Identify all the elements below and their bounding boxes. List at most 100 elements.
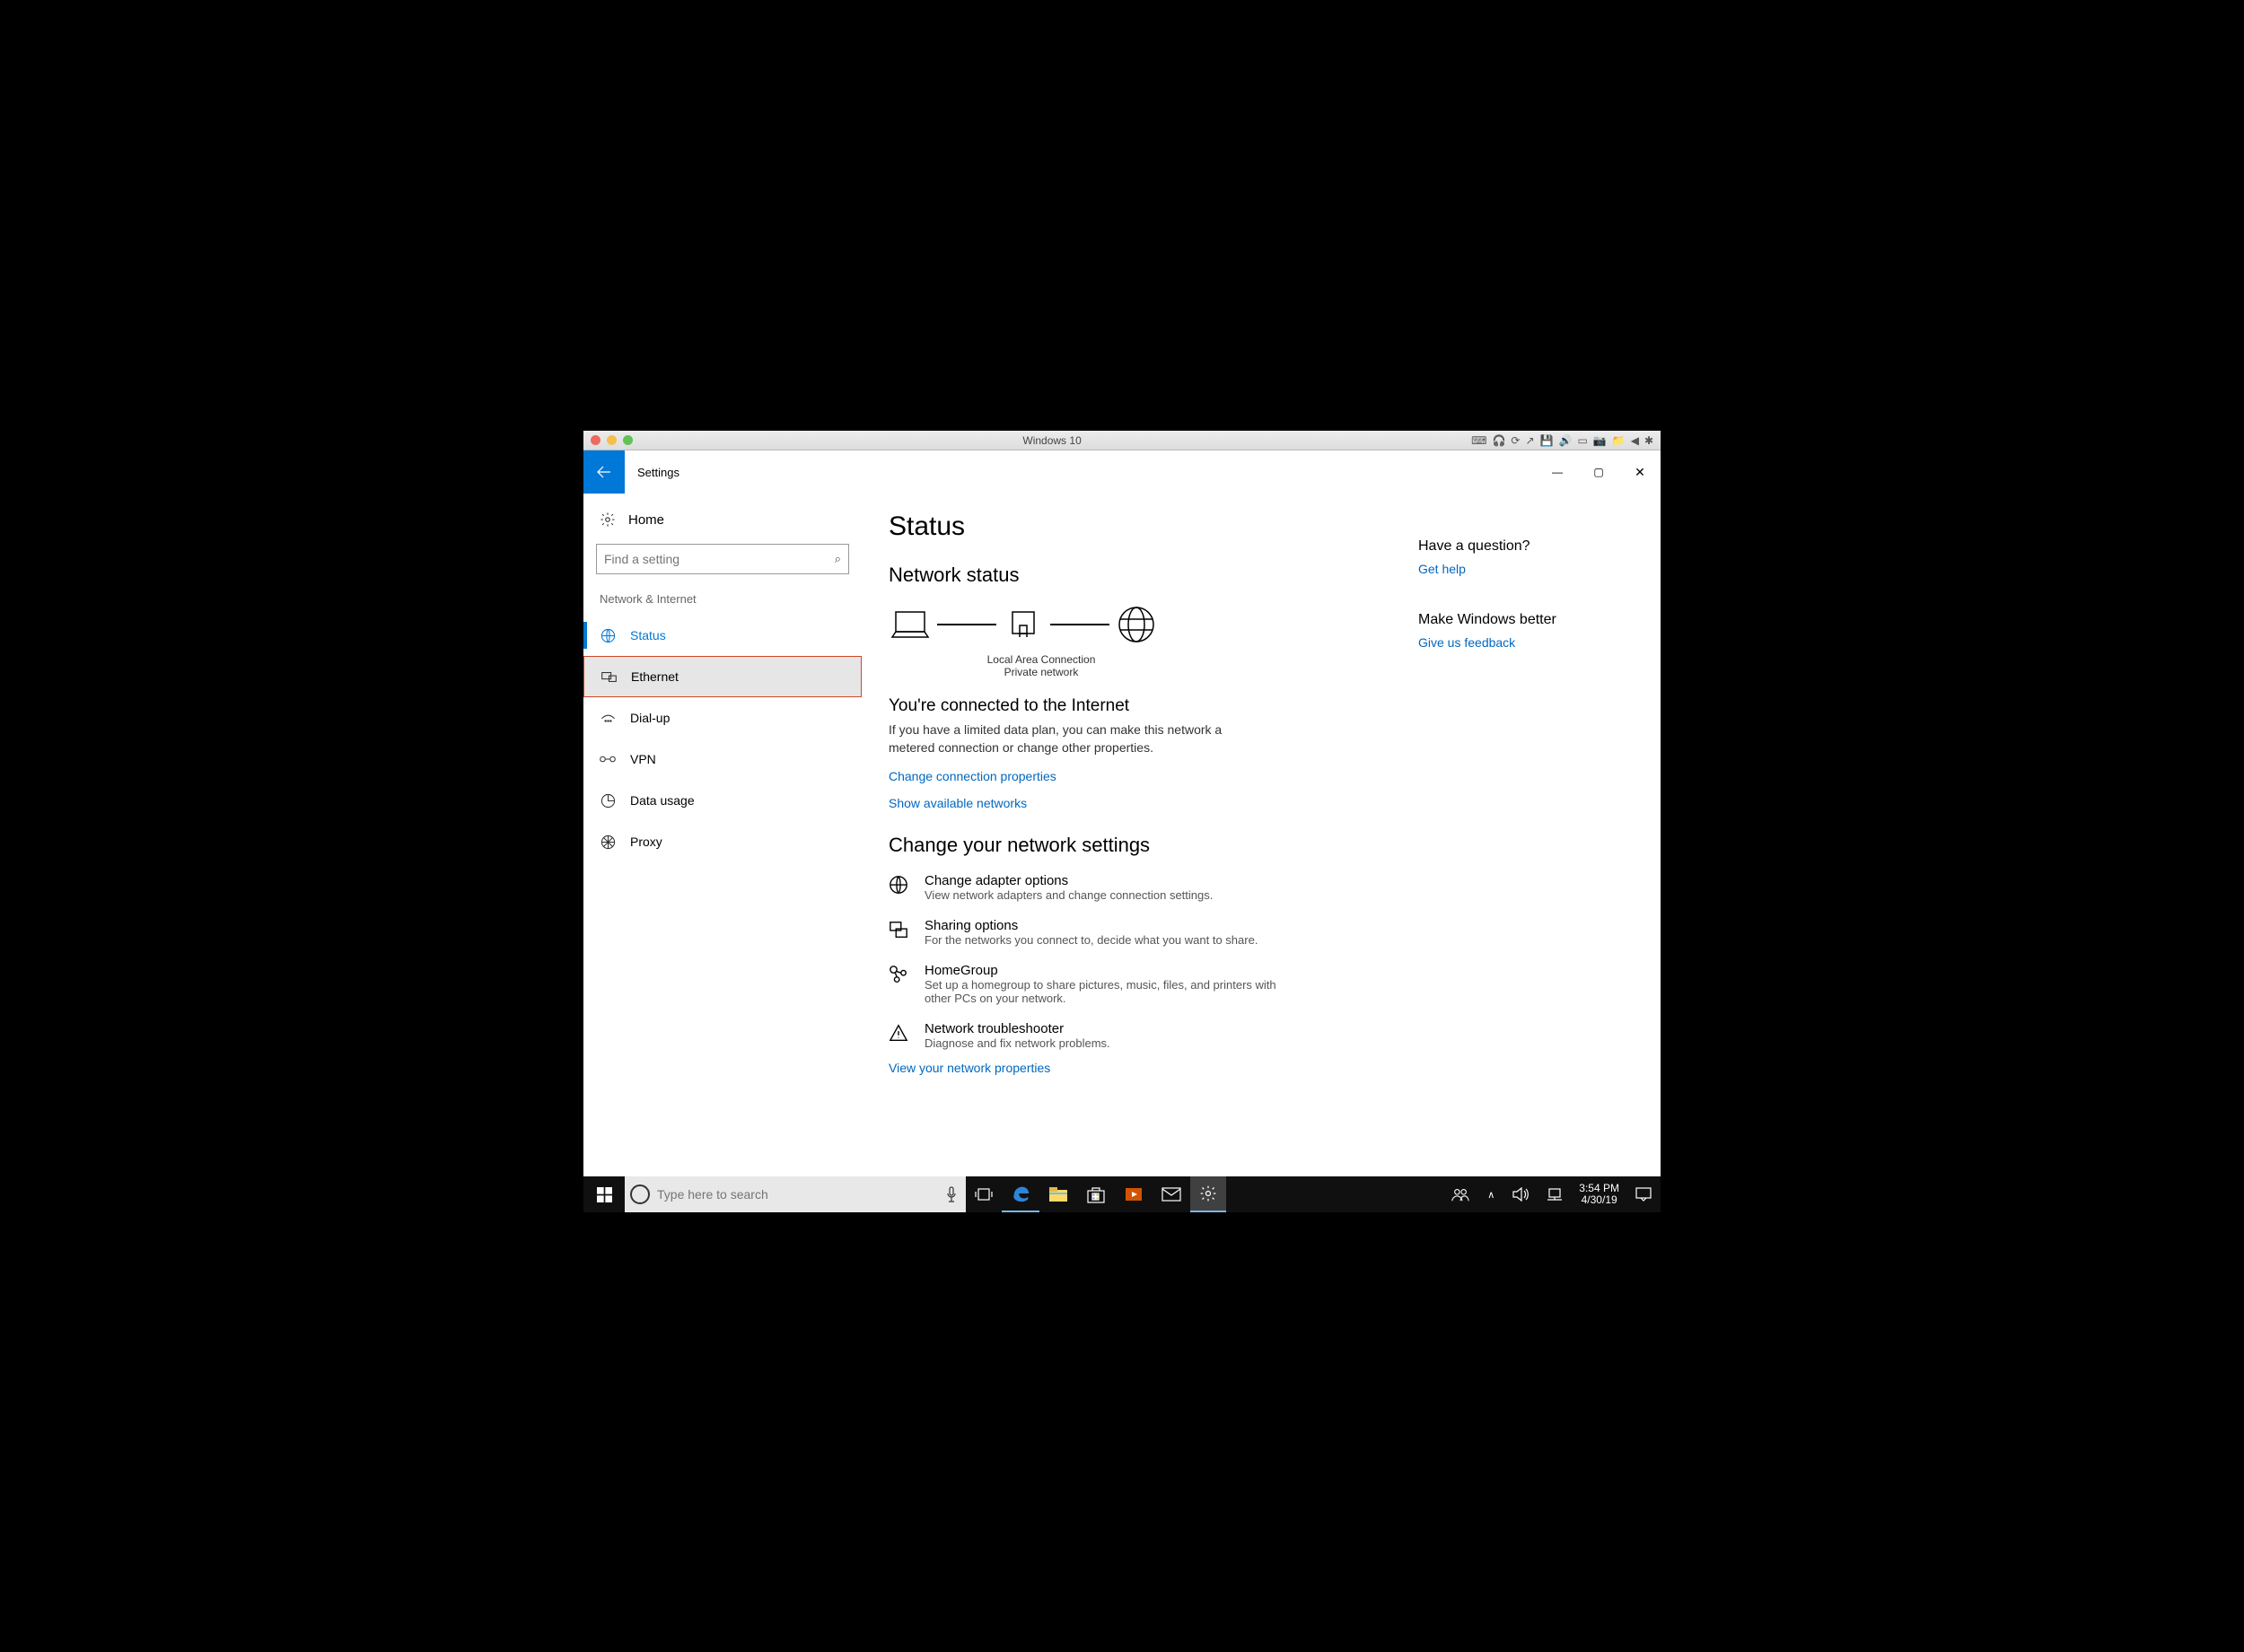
give-feedback-link[interactable]: Give us feedback (1418, 635, 1607, 650)
app-titlebar: Settings — ▢ ✕ (583, 450, 1661, 494)
taskbar-mail[interactable] (1153, 1176, 1190, 1212)
vm-icon-window-icon[interactable]: ▭ (1577, 434, 1587, 447)
back-button[interactable] (583, 450, 625, 494)
diagram-caption: Local Area Connection Private network (889, 653, 1194, 678)
nav-label: Data usage (630, 793, 695, 808)
nav-status[interactable]: Status (583, 615, 862, 656)
page-title: Status (889, 511, 1391, 542)
taskbar-edge[interactable] (1002, 1176, 1039, 1212)
sharing-options[interactable]: Sharing options For the networks you con… (889, 918, 1391, 947)
computer-icon (889, 607, 932, 642)
gear-icon (600, 511, 616, 528)
app-title: Settings (637, 466, 679, 479)
mac-minimize[interactable] (607, 435, 617, 445)
internet-globe-icon (1115, 607, 1158, 642)
window-close-button[interactable]: ✕ (1619, 450, 1661, 494)
vm-icon-keyboard-icon[interactable]: ⌨ (1471, 434, 1486, 447)
option-title: Sharing options (925, 918, 1258, 933)
taskbar-settings[interactable] (1190, 1176, 1226, 1212)
option-title: Network troubleshooter (925, 1021, 1110, 1036)
nav-label: Ethernet (631, 669, 679, 684)
nav-vpn[interactable]: VPN (583, 739, 862, 780)
sharing-icon (889, 918, 912, 940)
vm-icon-sound-icon[interactable]: 🔊 (1559, 434, 1573, 447)
traffic-lights (591, 435, 633, 445)
network-status-heading: Network status (889, 564, 1391, 587)
mac-close[interactable] (591, 435, 600, 445)
nav-label: Status (630, 628, 666, 642)
taskbar-file-explorer[interactable] (1039, 1176, 1077, 1212)
nav-label: Dial-up (630, 711, 670, 725)
vm-icon-audio-icon[interactable]: 🎧 (1492, 434, 1505, 447)
vm-icon-save-icon[interactable]: 💾 (1540, 434, 1554, 447)
nav-label: VPN (630, 752, 656, 766)
start-button[interactable] (583, 1176, 625, 1212)
change-settings-heading: Change your network settings (889, 834, 1391, 857)
adapter-icon (889, 873, 912, 895)
action-center-icon[interactable] (1626, 1187, 1661, 1202)
dialup-icon (600, 712, 616, 724)
mac-fullscreen[interactable] (623, 435, 633, 445)
nav-datausage[interactable]: Data usage (583, 780, 862, 821)
connection-status-desc: If you have a limited data plan, you can… (889, 721, 1266, 756)
connection-status-title: You're connected to the Internet (889, 696, 1391, 716)
tray-volume-icon[interactable] (1503, 1187, 1538, 1202)
network-troubleshooter-option[interactable]: Network troubleshooter Diagnose and fix … (889, 1021, 1391, 1050)
change-connection-properties-link[interactable]: Change connection properties (889, 769, 1391, 783)
homegroup-icon (889, 963, 912, 984)
help-sidebar: Have a question? Get help Make Windows b… (1391, 511, 1607, 1176)
home-label: Home (628, 512, 664, 528)
tray-chevron-icon[interactable]: ∧ (1478, 1189, 1503, 1201)
network-diagram (889, 607, 1158, 642)
vm-title: Windows 10 (633, 434, 1471, 447)
cortana-icon (630, 1184, 650, 1204)
vm-icon-gear-icon[interactable]: ✱ (1644, 434, 1653, 447)
main-content: Status Network status (862, 494, 1661, 1176)
proxy-icon (600, 835, 616, 850)
vm-icon-share-icon[interactable]: ↗ (1525, 434, 1534, 447)
mic-icon[interactable] (937, 1186, 966, 1202)
nav-group-label: Network & Internet (583, 592, 862, 615)
sidebar: Home ⌕ Network & Internet Status (583, 494, 862, 1176)
option-desc: Set up a homegroup to share pictures, mu… (925, 978, 1302, 1005)
ethernet-icon (600, 670, 617, 684)
vpn-icon (600, 754, 616, 765)
taskbar-video[interactable] (1115, 1176, 1153, 1212)
network-profile: Private network (889, 666, 1194, 678)
taskbar-clock[interactable]: 3:54 PM 4/30/19 (1572, 1183, 1626, 1206)
taskbar: ∧ 3:54 PM 4/30/19 (583, 1176, 1661, 1212)
option-title: HomeGroup (925, 963, 1302, 978)
home-button[interactable]: Home (583, 503, 862, 537)
view-network-properties-link[interactable]: View your network properties (889, 1061, 1391, 1075)
window-minimize-button[interactable]: — (1537, 450, 1578, 494)
window-maximize-button[interactable]: ▢ (1578, 450, 1619, 494)
vm-titlebar: Windows 10 ⌨ 🎧 ⟳ ↗ 💾 🔊 ▭ 📷 📁 ◀ ✱ (583, 431, 1661, 450)
homegroup-option[interactable]: HomeGroup Set up a homegroup to share pi… (889, 963, 1391, 1005)
tray-network-icon[interactable] (1538, 1187, 1572, 1202)
nav-proxy[interactable]: Proxy (583, 821, 862, 862)
option-title: Change adapter options (925, 873, 1213, 888)
connection-name: Local Area Connection (889, 653, 1194, 666)
nav-dialup[interactable]: Dial-up (583, 697, 862, 739)
cortana-input[interactable] (657, 1187, 937, 1202)
get-help-link[interactable]: Get help (1418, 562, 1607, 576)
vm-icon-camera-icon[interactable]: 📷 (1593, 434, 1607, 447)
vm-icon-folder-icon[interactable]: 📁 (1612, 434, 1626, 447)
change-adapter-options[interactable]: Change adapter options View network adap… (889, 873, 1391, 902)
taskbar-store[interactable] (1077, 1176, 1115, 1212)
cortana-search[interactable] (625, 1176, 966, 1212)
nav-ethernet[interactable]: Ethernet (583, 656, 862, 697)
option-desc: View network adapters and change connect… (925, 888, 1213, 902)
data-usage-icon (600, 793, 616, 809)
vm-icon-refresh-icon[interactable]: ⟳ (1511, 434, 1520, 447)
settings-search[interactable]: ⌕ (596, 544, 849, 574)
feedback-heading: Make Windows better (1418, 612, 1607, 628)
people-icon[interactable] (1442, 1186, 1478, 1202)
show-available-networks-link[interactable]: Show available networks (889, 796, 1391, 810)
vm-icon-collapse-icon[interactable]: ◀ (1631, 434, 1639, 447)
task-view-button[interactable] (966, 1176, 1002, 1212)
settings-search-input[interactable] (604, 552, 835, 566)
warning-icon (889, 1021, 912, 1043)
router-icon (1002, 607, 1045, 642)
option-desc: For the networks you connect to, decide … (925, 933, 1258, 947)
